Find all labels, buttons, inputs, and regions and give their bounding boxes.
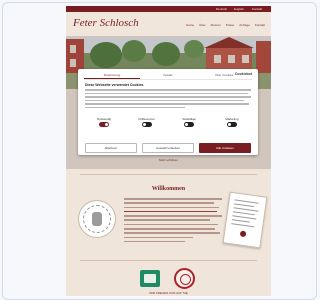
category-label: Notwendig bbox=[96, 117, 112, 121]
stamp-icon bbox=[239, 230, 247, 238]
category-marketing: Marketing bbox=[213, 117, 251, 131]
deny-button[interactable]: Ablehnen bbox=[85, 143, 137, 153]
main-menu: Home Über Zimmer Preise Anfrage Kontakt bbox=[186, 23, 265, 27]
consent-description bbox=[85, 89, 251, 110]
section-title: Willkommen bbox=[151, 186, 186, 192]
allow-selection-button[interactable]: Auswahl erlauben bbox=[142, 143, 194, 153]
more-link[interactable]: Mehr erfahren bbox=[66, 158, 271, 162]
tab-details[interactable]: Details bbox=[140, 72, 196, 79]
about-text bbox=[124, 198, 222, 245]
category-label: Statistiken bbox=[182, 117, 197, 121]
menu-item-about[interactable]: Über bbox=[199, 23, 206, 27]
award-seal-icon bbox=[78, 200, 116, 238]
allow-all-button[interactable]: Alle zulassen bbox=[199, 143, 251, 153]
badges-caption: WIR FREUEN UNS AUF SIE bbox=[149, 291, 188, 295]
cookie-consent-dialog: Zustimmung Details Über Cookies Cookiebo… bbox=[78, 69, 258, 155]
red-round-badge-icon[interactable] bbox=[174, 268, 195, 289]
consent-buttons: Ablehnen Auswahl erlauben Alle zulassen bbox=[85, 143, 251, 153]
section-divider bbox=[80, 174, 257, 175]
consent-tabs: Zustimmung Details Über Cookies bbox=[84, 72, 252, 80]
menu-item-inquiry[interactable]: Anfrage bbox=[239, 23, 250, 27]
tab-consent[interactable]: Zustimmung bbox=[84, 72, 140, 79]
menu-item-contact[interactable]: Kontakt bbox=[255, 23, 265, 27]
category-label: Marketing bbox=[225, 117, 239, 121]
consent-categories: Notwendig Präferenzen Statistiken Market… bbox=[85, 117, 251, 131]
consent-provider-logo: Cookiebot bbox=[234, 72, 252, 76]
category-preferences: Präferenzen bbox=[128, 117, 166, 131]
site-logo[interactable]: Feter Schlosch bbox=[73, 17, 139, 29]
certificate-image bbox=[222, 191, 268, 249]
menu-item-home[interactable]: Home bbox=[186, 23, 194, 27]
menu-item-rooms[interactable]: Zimmer bbox=[211, 23, 221, 27]
browser-frame: Deutsch English Kontakt Feter Schlosch H… bbox=[2, 2, 317, 300]
toggle-switch[interactable] bbox=[226, 122, 237, 127]
category-label: Präferenzen bbox=[138, 117, 155, 121]
site-header: Feter Schlosch Home Über Zimmer Preise A… bbox=[66, 12, 271, 37]
toggle-switch[interactable] bbox=[184, 122, 195, 127]
green-badge-icon[interactable] bbox=[140, 270, 160, 287]
toggle-switch[interactable] bbox=[141, 122, 152, 127]
section-divider bbox=[80, 260, 257, 261]
menu-item-prices[interactable]: Preise bbox=[226, 23, 235, 27]
toggle-switch[interactable] bbox=[99, 122, 109, 127]
web-page: Deutsch English Kontakt Feter Schlosch H… bbox=[66, 6, 271, 296]
consent-heading: Diese Webseite verwendet Cookies bbox=[85, 83, 144, 87]
category-statistics: Statistiken bbox=[170, 117, 208, 131]
category-necessary: Notwendig bbox=[85, 117, 123, 131]
